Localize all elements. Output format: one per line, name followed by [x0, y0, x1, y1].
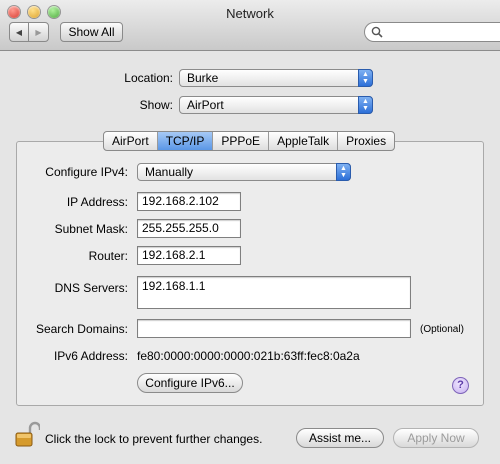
- show-label: Show:: [139, 98, 173, 112]
- apply-now-button[interactable]: Apply Now: [393, 428, 479, 448]
- search-domains-label: Search Domains:: [35, 322, 128, 336]
- search-icon: [371, 26, 383, 38]
- location-value: Burke: [187, 71, 219, 85]
- ip-address-label: IP Address:: [66, 195, 128, 209]
- ipv6-address-label: IPv6 Address:: [53, 349, 128, 363]
- popup-arrows-icon: ▲ ▼: [336, 163, 351, 181]
- help-button[interactable]: ?: [452, 377, 469, 394]
- ip-address-field[interactable]: 192.168.2.102: [137, 192, 241, 211]
- lock-message: Click the lock to prevent further change…: [45, 432, 263, 446]
- optional-note: (Optional): [420, 324, 464, 335]
- router-label: Router:: [88, 249, 128, 263]
- assist-me-button[interactable]: Assist me...: [296, 428, 384, 448]
- search-field[interactable]: [364, 22, 500, 42]
- tab-bar: AirPort TCP/IP PPPoE AppleTalk Proxies: [103, 131, 396, 151]
- window-title: Network: [226, 6, 274, 21]
- back-button[interactable]: ◀: [9, 22, 29, 42]
- title-bar: Network ◀ ▶ Show All: [0, 0, 500, 51]
- router-field[interactable]: 192.168.2.1: [137, 246, 241, 265]
- popup-arrows-icon: ▲ ▼: [358, 69, 373, 87]
- tab-tcpip[interactable]: TCP/IP: [157, 132, 214, 150]
- location-label: Location:: [124, 71, 173, 85]
- network-preferences-window: Network ◀ ▶ Show All Location: Burke ▲ ▼ …: [0, 0, 500, 464]
- tab-pppoe[interactable]: PPPoE: [213, 132, 270, 150]
- dns-servers-label: DNS Servers:: [54, 281, 128, 295]
- show-popup[interactable]: AirPort ▲ ▼: [179, 96, 373, 114]
- configure-ipv4-popup[interactable]: Manually ▲ ▼: [137, 163, 351, 181]
- popup-arrows-icon: ▲ ▼: [358, 96, 373, 114]
- configure-ipv4-value: Manually: [145, 165, 194, 179]
- tab-proxies[interactable]: Proxies: [338, 132, 394, 150]
- search-input[interactable]: [387, 25, 495, 39]
- search-domains-field[interactable]: [137, 319, 411, 338]
- tab-airport[interactable]: AirPort: [104, 132, 158, 150]
- lock-icon[interactable]: [14, 421, 40, 449]
- show-all-label: Show All: [68, 25, 115, 39]
- configure-ipv6-button[interactable]: Configure IPv6...: [137, 373, 243, 393]
- location-popup[interactable]: Burke ▲ ▼: [179, 69, 373, 87]
- configure-ipv4-label: Configure IPv4:: [45, 165, 128, 179]
- subnet-mask-field[interactable]: 255.255.255.0: [137, 219, 241, 238]
- show-all-button[interactable]: Show All: [60, 22, 123, 42]
- ipv6-address-value: fe80:0000:0000:0000:021b:63ff:fec8:0a2a: [137, 349, 360, 363]
- tab-appletalk[interactable]: AppleTalk: [269, 132, 339, 150]
- back-arrow-icon: ◀: [15, 27, 23, 37]
- help-icon: ?: [457, 379, 464, 391]
- subnet-mask-label: Subnet Mask:: [54, 222, 128, 236]
- show-value: AirPort: [187, 98, 224, 112]
- forward-button[interactable]: ▶: [28, 22, 49, 42]
- forward-arrow-icon: ▶: [35, 27, 42, 37]
- dns-servers-field[interactable]: 192.168.1.1: [137, 276, 411, 309]
